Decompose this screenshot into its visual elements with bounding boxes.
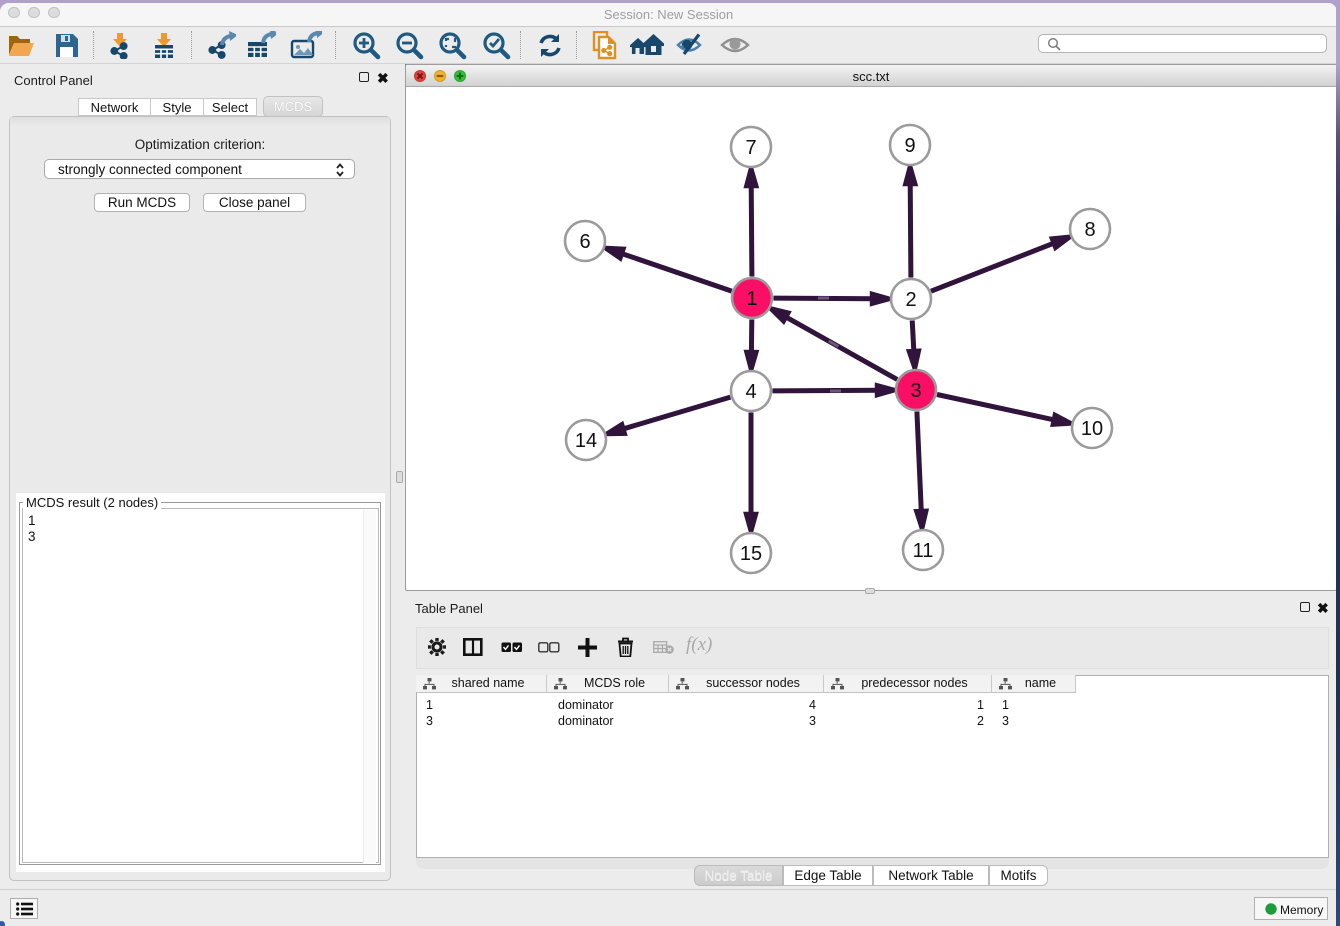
svg-text:2: 2	[905, 289, 916, 311]
svg-text:6: 6	[579, 231, 590, 253]
svg-text:9: 9	[904, 135, 915, 157]
svg-text:1: 1	[746, 288, 757, 310]
svg-text:3: 3	[910, 380, 921, 402]
svg-text:15: 15	[740, 543, 762, 565]
svg-text:11: 11	[913, 540, 934, 562]
svg-text:14: 14	[575, 430, 597, 452]
svg-text:4: 4	[745, 381, 756, 403]
svg-text:10: 10	[1081, 418, 1103, 440]
svg-text:8: 8	[1084, 219, 1095, 241]
svg-text:7: 7	[745, 137, 756, 159]
